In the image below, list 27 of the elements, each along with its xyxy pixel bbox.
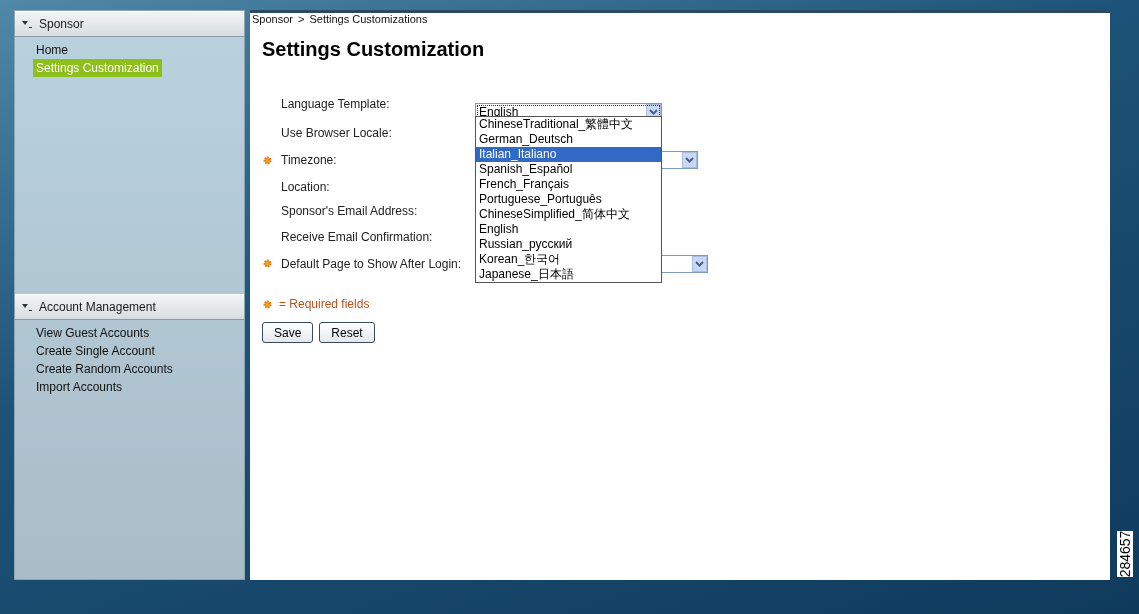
page-title: Settings Customization	[262, 38, 486, 61]
section-title: Account Management	[39, 300, 156, 314]
field-label: Timezone:	[281, 153, 338, 167]
sidebar-link[interactable]: View Guest Accounts	[33, 324, 153, 342]
required-note: = Required fields	[279, 297, 370, 311]
section-title: Sponsor	[39, 17, 84, 31]
reset-button[interactable]: Reset	[319, 322, 375, 343]
section-header[interactable]: Account Management	[15, 294, 244, 320]
dropdown-option[interactable]: Italian_Italiano	[476, 147, 661, 162]
field-label: Language Template:	[281, 97, 391, 111]
breadcrumb-item: Settings Customizations	[309, 13, 428, 25]
sidebar-link[interactable]: Create Random Accounts	[33, 360, 176, 378]
field-label: Location:	[281, 179, 331, 194]
save-button[interactable]: Save	[262, 322, 314, 343]
section-header[interactable]: Sponsor	[15, 11, 244, 37]
field-label: Receive Email Confirmation:	[281, 229, 434, 244]
field-label: Use Browser Locale:	[281, 125, 393, 140]
collapse-triangle-icon[interactable]	[21, 302, 33, 312]
figure-number: 284657	[1116, 530, 1133, 578]
field-label: Default Page to Show After Login:	[281, 256, 463, 271]
collapse-triangle-icon[interactable]	[21, 19, 33, 29]
breadcrumb-item[interactable]: Sponsor	[252, 13, 293, 25]
sidebar-link[interactable]: Import Accounts	[33, 378, 126, 396]
field-label: Sponsor's Email Address:	[281, 204, 419, 218]
sidebar-link[interactable]: Create Single Account	[33, 342, 158, 360]
sidebar-link[interactable]: Home	[33, 41, 71, 59]
breadcrumb-separator: >	[298, 13, 305, 25]
